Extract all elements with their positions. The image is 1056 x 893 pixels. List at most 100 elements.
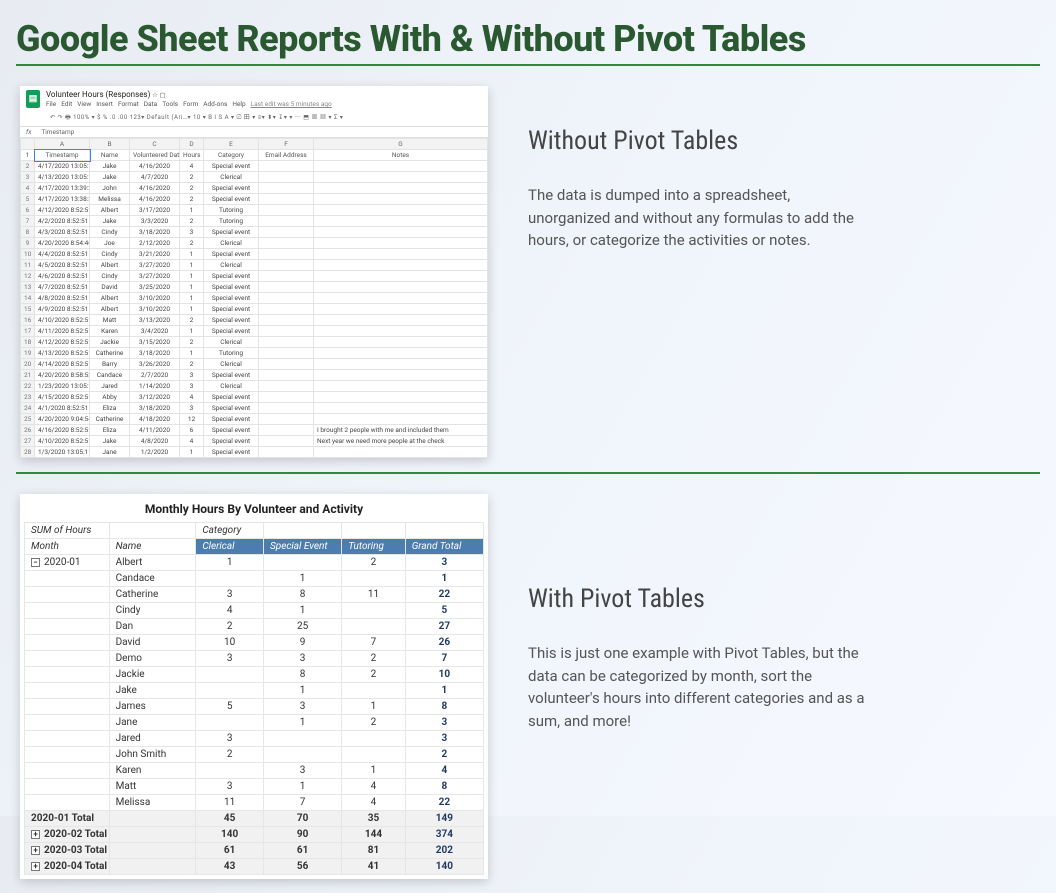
row-number: 9 [21,238,35,249]
expand-toggle-icon[interactable]: + [31,830,40,839]
cell: David [90,282,130,293]
col-letter: B [90,139,130,150]
subtotal-value: 374 [405,827,483,843]
cell: 4/8/2020 8:52:51 [35,293,90,304]
cell: Eliza [90,403,130,414]
cell: 2 [180,337,204,348]
cell: 4/18/2020 [130,414,180,425]
cell: 4/20/2020 9:04:54 [35,414,90,425]
cell: 2 [180,238,204,249]
row-number: 28 [21,447,35,458]
cell: 4/7/2020 [130,172,180,183]
row-number: 25 [21,414,35,425]
subtotal-value: 140 [405,859,483,875]
subtotal-month: +2020-03 Total [25,843,110,859]
blank [109,523,196,539]
cell [314,183,488,194]
cell: 4 [180,392,204,403]
cell: 1 [180,447,204,458]
pivot-name: James [109,699,196,715]
menu-item[interactable]: File [46,100,56,108]
cell [259,447,314,458]
month-cell [25,635,110,651]
pivot-value: 27 [405,619,483,635]
pivot-value: 1 [263,779,341,795]
pivot-value: 4 [405,763,483,779]
month-cell [25,667,110,683]
cell: 4/16/2020 [130,183,180,194]
menu-item[interactable]: Edit [61,100,72,108]
cell [259,260,314,271]
fx-value: Timestamp [41,128,74,136]
month-cell [25,715,110,731]
cell: 4/3/2020 8:52:51 [35,227,90,238]
pivot-title: Monthly Hours By Volunteer and Activity [24,502,484,516]
cell: Jake [90,216,130,227]
blank [109,859,196,875]
row-number: 15 [21,304,35,315]
cell [314,293,488,304]
cell: 3/27/2020 [130,271,180,282]
menu-item[interactable]: Tools [162,100,178,108]
pivot-value [263,747,341,763]
last-edit-link[interactable]: Last edit was 5 minutes ago [251,100,332,108]
menu-bar: File Edit View Insert Format Data Tools Form Add… [46,100,332,108]
cell: Clerical [204,172,259,183]
subtotal-value: 149 [405,811,483,827]
cell [259,436,314,447]
pivot-value: 2 [405,747,483,763]
cell: Jane [90,447,130,458]
cell: 4/9/2020 8:52:51 [35,304,90,315]
menu-item[interactable]: Data [144,100,157,108]
cell: 4/8/2020 [130,436,180,447]
pivot-header: Special Event [263,539,341,555]
menu-item[interactable]: Format [118,100,139,108]
cell: 1 [180,205,204,216]
cell: Joe [90,238,130,249]
menu-item[interactable]: View [77,100,91,108]
cell: 4/2/2020 8:52:51 [35,216,90,227]
row-number: 14 [21,293,35,304]
pivot-value: 2 [342,555,405,571]
cell: I brought 2 people with me and included … [314,425,488,436]
cell: 3/10/2020 [130,293,180,304]
cell [314,315,488,326]
cell: Next year we need more people at the che… [314,436,488,447]
expand-toggle-icon[interactable]: + [31,862,40,871]
cell: 1 [180,260,204,271]
cell: 4/20/2020 8:54:46 [35,238,90,249]
cell: Special event [204,194,259,205]
cell [259,304,314,315]
cell [259,326,314,337]
collapse-toggle-icon[interactable]: − [31,558,40,567]
col-letter: C [130,139,180,150]
menu-item[interactable]: Add-ons [203,100,227,108]
subtotal-label: 2020-04 Total [44,861,107,872]
pivot-name: Karen [109,763,196,779]
cell: Jackie [90,337,130,348]
pivot-name: Cindy [109,603,196,619]
pivot-name: Jake [109,683,196,699]
cell: 4 [180,161,204,172]
menu-item[interactable]: Insert [96,100,113,108]
cell [259,403,314,414]
cell: Candace [90,370,130,381]
expand-toggle-icon[interactable]: + [31,846,40,855]
toolbar: ↶ ↷ 🖶 100% ▾ $ % .0 .00 123▾ Default (Ar… [20,110,488,127]
cell: 4/11/2020 8:52:51 [35,326,90,337]
col-letter: D [180,139,204,150]
menu-item[interactable]: Form [183,100,198,108]
row-number: 12 [21,271,35,282]
month-cell [25,603,110,619]
cell [259,381,314,392]
cell: 2/7/2020 [130,370,180,381]
cell: 4/16/2020 [130,161,180,172]
cell: 4/10/2020 8:52:51 [35,436,90,447]
pivot-value: 8 [263,587,341,603]
pivot-value: 3 [263,763,341,779]
menu-item[interactable]: Help [232,100,245,108]
cell [259,249,314,260]
row-number: 10 [21,249,35,260]
pivot-value: 3 [263,651,341,667]
column-header: Notes [314,150,488,161]
